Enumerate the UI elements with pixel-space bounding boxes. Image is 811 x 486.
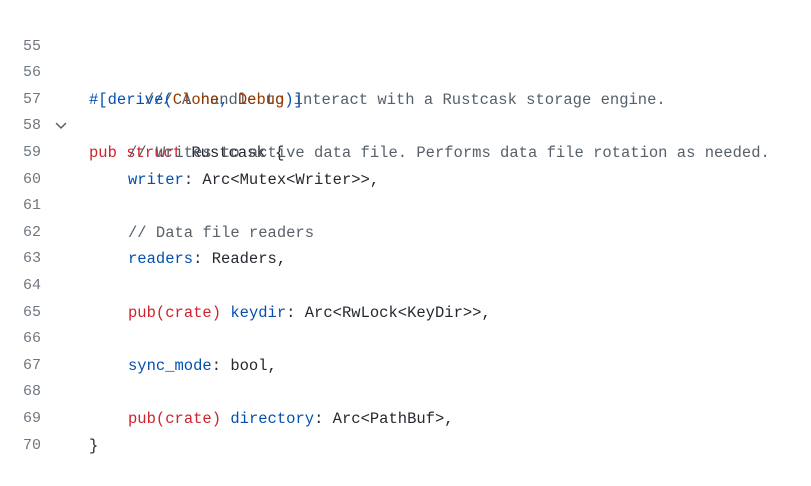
code-view: 55 /// A handle to interact with a Rustc…	[0, 0, 811, 455]
code-line: 62 readers: Readers,	[0, 193, 811, 269]
code-line: 67	[0, 326, 811, 374]
code-line: 60	[0, 140, 811, 188]
code-line: 59 writer: Arc<Mutex<Writer>>,	[0, 113, 811, 189]
code-line: 61 // Data file readers	[0, 167, 811, 242]
closing-brace: }	[89, 436, 99, 455]
code-line: 57 pub struct Rustcask {	[0, 60, 811, 162]
line-number[interactable]: 70	[0, 433, 41, 460]
code-line: 55 /// A handle to interact with a Rustc…	[0, 7, 811, 109]
code-line: 69 }	[0, 379, 811, 455]
code-line: 56 #[derive(Clone, Debug)]	[0, 34, 811, 109]
chevron-down-icon[interactable]	[55, 68, 67, 130]
code-line: 70	[0, 406, 811, 454]
code-line: 66 sync_mode: bool,	[0, 300, 811, 375]
code-line: 68 pub(crate) directory: Arc<PathBuf>,	[0, 353, 811, 428]
code-line: 63	[0, 220, 811, 267]
code-line: 58 // Writes to active data file. Perfor…	[0, 87, 811, 162]
code-line: 65	[0, 273, 811, 321]
code-line: 64 pub(crate) keydir: Arc<RwLock<KeyDir>…	[0, 246, 811, 322]
code-content: }	[89, 433, 98, 460]
